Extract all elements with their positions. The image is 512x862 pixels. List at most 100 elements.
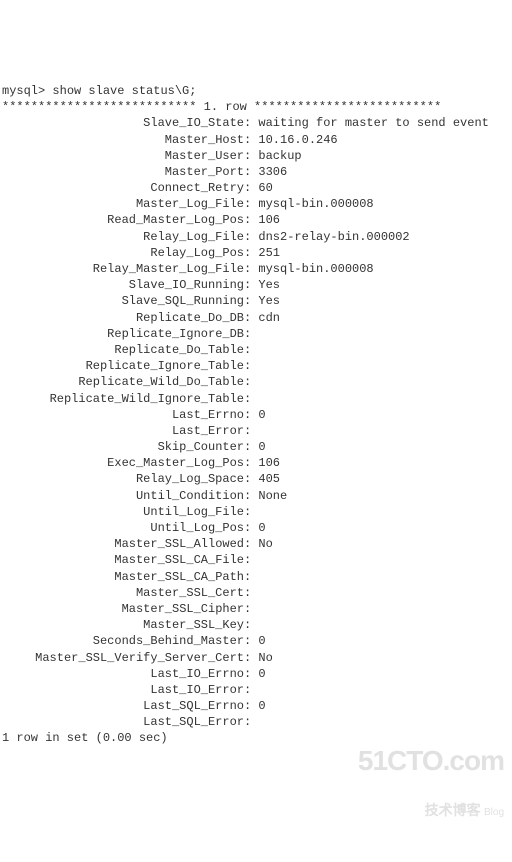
field-value: 0 [258, 699, 265, 713]
field-row: Last_Error: [2, 423, 510, 439]
field-separator: : [244, 521, 258, 535]
field-label: Master_SSL_Allowed [2, 536, 244, 552]
field-row: Master_SSL_Verify_Server_Cert: No [2, 650, 510, 666]
field-separator: : [244, 408, 258, 422]
field-separator: : [244, 181, 258, 195]
field-separator: : [244, 294, 258, 308]
field-label: Slave_SQL_Running [2, 293, 244, 309]
field-label: Replicate_Ignore_Table [2, 358, 244, 374]
field-label: Last_IO_Errno [2, 666, 244, 682]
field-separator: : [244, 246, 258, 260]
field-separator: : [244, 456, 258, 470]
field-label: Master_SSL_CA_Path [2, 569, 244, 585]
field-separator: : [244, 392, 258, 406]
field-row: Master_Host: 10.16.0.246 [2, 132, 510, 148]
field-separator: : [244, 327, 258, 341]
field-row: Until_Condition: None [2, 488, 510, 504]
field-separator: : [244, 553, 258, 567]
field-value: dns2-relay-bin.000002 [258, 230, 409, 244]
field-separator: : [244, 651, 258, 665]
field-row: Slave_IO_State: waiting for master to se… [2, 115, 510, 131]
field-row: Replicate_Do_Table: [2, 342, 510, 358]
field-separator: : [244, 343, 258, 357]
field-row: Slave_IO_Running: Yes [2, 277, 510, 293]
field-separator: : [244, 570, 258, 584]
command-text: show slave status\G; [52, 84, 196, 98]
field-separator: : [244, 489, 258, 503]
field-value: 0 [258, 634, 265, 648]
field-separator: : [244, 133, 258, 147]
field-value: 405 [258, 472, 280, 486]
field-label: Last_SQL_Error [2, 714, 244, 730]
field-row: Master_SSL_CA_File: [2, 552, 510, 568]
field-separator: : [244, 472, 258, 486]
field-row: Replicate_Wild_Ignore_Table: [2, 391, 510, 407]
field-row: Last_SQL_Errno: 0 [2, 698, 510, 714]
field-separator: : [244, 683, 258, 697]
field-separator: : [244, 440, 258, 454]
field-row: Last_Errno: 0 [2, 407, 510, 423]
field-separator: : [244, 213, 258, 227]
field-label: Master_SSL_CA_File [2, 552, 244, 568]
field-row: Relay_Log_Space: 405 [2, 471, 510, 487]
field-separator: : [244, 278, 258, 292]
field-value: cdn [258, 311, 280, 325]
field-separator: : [244, 505, 258, 519]
field-label: Last_IO_Error [2, 682, 244, 698]
field-separator: : [244, 230, 258, 244]
field-label: Skip_Counter [2, 439, 244, 455]
field-label: Last_Errno [2, 407, 244, 423]
field-value: 0 [258, 440, 265, 454]
field-separator: : [244, 311, 258, 325]
field-row: Master_SSL_CA_Path: [2, 569, 510, 585]
field-label: Replicate_Ignore_DB [2, 326, 244, 342]
field-label: Master_Host [2, 132, 244, 148]
field-row: Master_SSL_Cert: [2, 585, 510, 601]
field-row: Relay_Log_File: dns2-relay-bin.000002 [2, 229, 510, 245]
field-value: None [258, 489, 287, 503]
fields-list: Slave_IO_State: waiting for master to se… [2, 115, 510, 730]
field-row: Master_User: backup [2, 148, 510, 164]
field-value: No [258, 537, 272, 551]
mysql-prompt: mysql> [2, 84, 52, 98]
field-row: Until_Log_File: [2, 504, 510, 520]
field-row: Replicate_Do_DB: cdn [2, 310, 510, 326]
field-row: Until_Log_Pos: 0 [2, 520, 510, 536]
field-separator: : [244, 715, 258, 729]
field-label: Read_Master_Log_Pos [2, 212, 244, 228]
field-label: Last_SQL_Errno [2, 698, 244, 714]
field-label: Until_Condition [2, 488, 244, 504]
result-footer: 1 row in set (0.00 sec) [2, 731, 168, 745]
field-label: Relay_Master_Log_File [2, 261, 244, 277]
field-value: 0 [258, 408, 265, 422]
field-separator: : [244, 634, 258, 648]
field-value: No [258, 651, 272, 665]
field-label: Relay_Log_Space [2, 471, 244, 487]
field-separator: : [244, 359, 258, 373]
field-label: Exec_Master_Log_Pos [2, 455, 244, 471]
field-separator: : [244, 602, 258, 616]
field-value: 251 [258, 246, 280, 260]
field-row: Master_Port: 3306 [2, 164, 510, 180]
field-value: 106 [258, 213, 280, 227]
field-label: Connect_Retry [2, 180, 244, 196]
field-row: Replicate_Wild_Do_Table: [2, 374, 510, 390]
field-label: Slave_IO_State [2, 115, 244, 131]
field-label: Last_Error [2, 423, 244, 439]
field-row: Master_Log_File: mysql-bin.000008 [2, 196, 510, 212]
field-separator: : [244, 165, 258, 179]
field-value: 106 [258, 456, 280, 470]
field-row: Skip_Counter: 0 [2, 439, 510, 455]
watermark-tag: Blog [484, 807, 504, 818]
field-label: Relay_Log_Pos [2, 245, 244, 261]
field-value: 3306 [258, 165, 287, 179]
field-row: Read_Master_Log_Pos: 106 [2, 212, 510, 228]
field-value: 10.16.0.246 [258, 133, 337, 147]
field-row: Replicate_Ignore_Table: [2, 358, 510, 374]
field-separator: : [244, 618, 258, 632]
field-label: Replicate_Do_Table [2, 342, 244, 358]
field-value: Yes [258, 294, 280, 308]
field-row: Relay_Log_Pos: 251 [2, 245, 510, 261]
terminal-output: mysql> show slave status\G; ************… [2, 67, 510, 747]
field-row: Master_SSL_Key: [2, 617, 510, 633]
